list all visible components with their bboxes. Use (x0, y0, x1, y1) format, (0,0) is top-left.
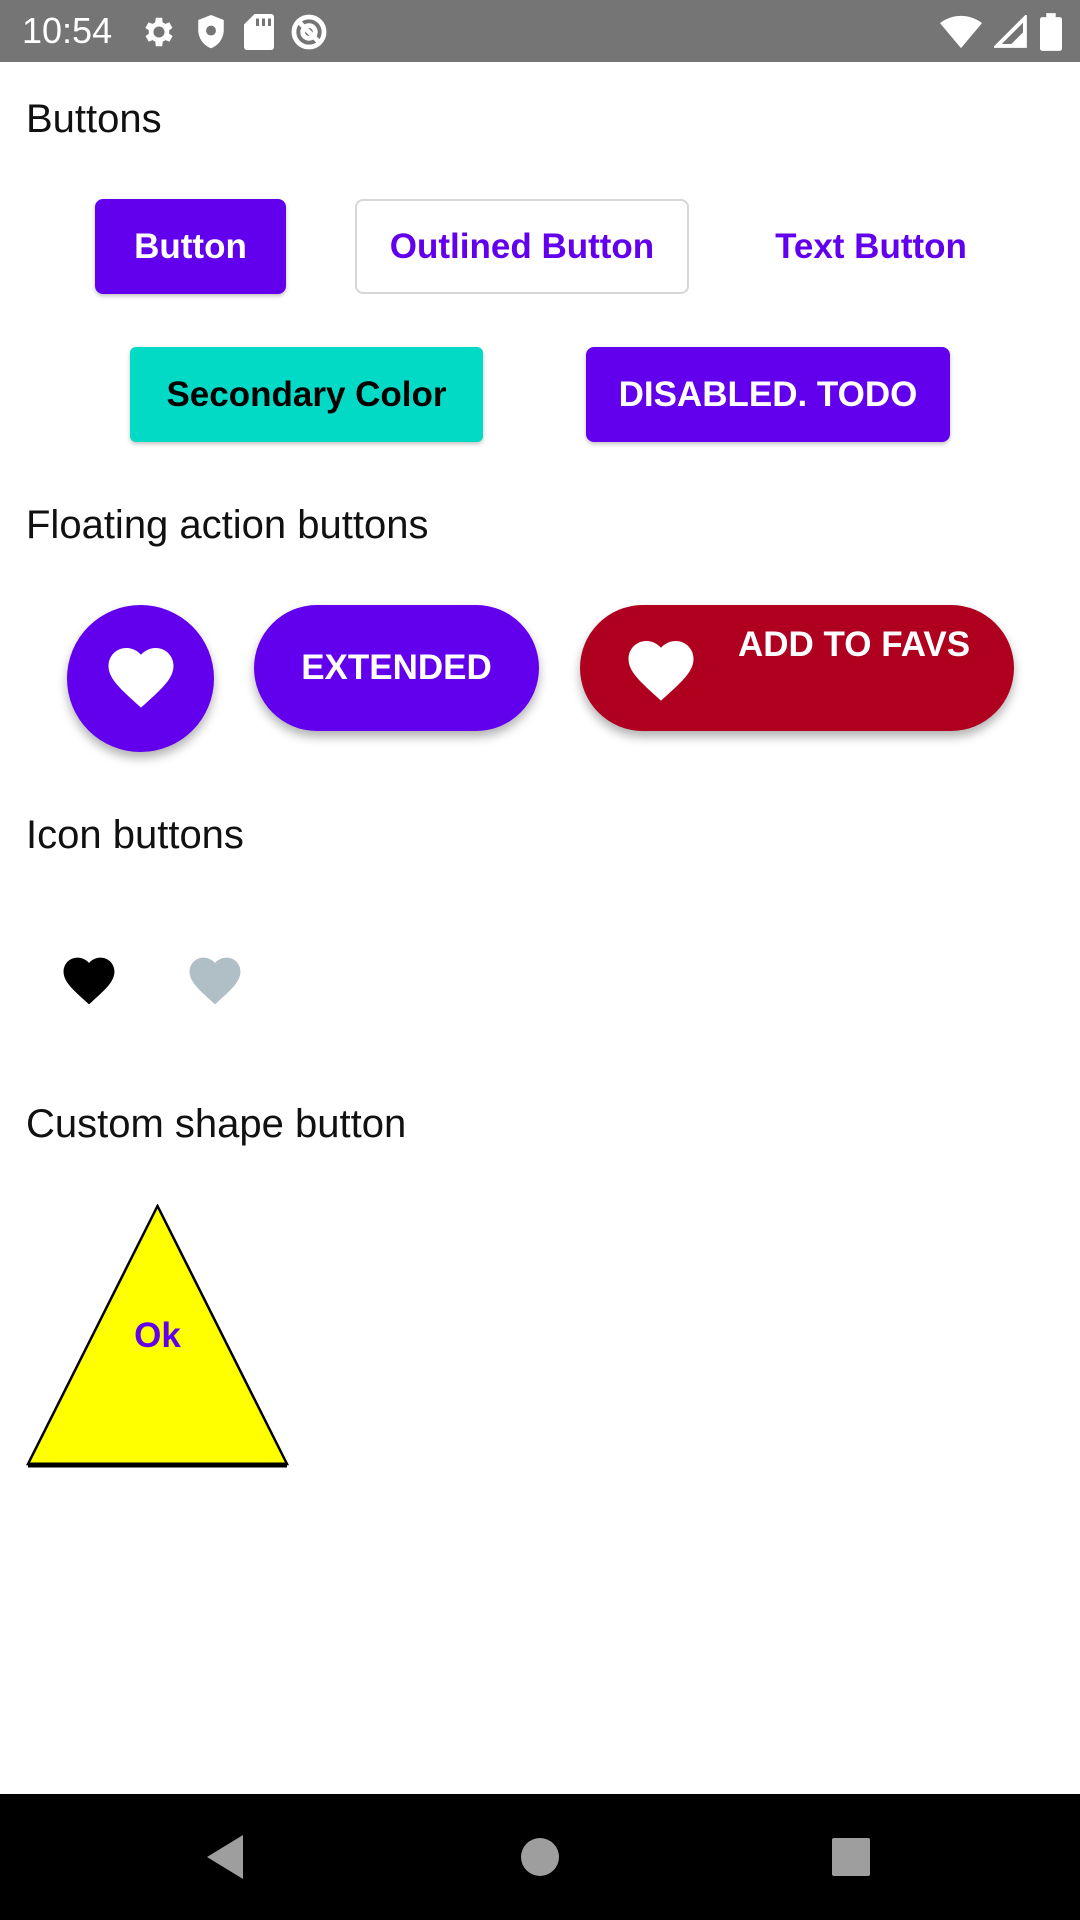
at-sign-icon (290, 13, 328, 51)
home-circle-icon (521, 1838, 559, 1876)
add-to-favs-fab[interactable]: ADD TO FAVS (580, 605, 1014, 731)
secondary-color-button[interactable]: Secondary Color (130, 347, 483, 442)
section-title-custom-shape: Custom shape button (26, 1102, 407, 1146)
heart-icon (63, 957, 115, 1005)
favorite-icon-button-disabled[interactable] (184, 950, 246, 1011)
triangle-ok-label: Ok (134, 1316, 181, 1355)
contained-button[interactable]: Button (95, 199, 286, 294)
heart-icon (622, 631, 700, 712)
add-to-favs-label: ADD TO FAVS (738, 625, 971, 664)
status-bar: 10:54 (0, 0, 1080, 62)
text-button[interactable]: Text Button (755, 199, 987, 294)
favorite-icon-button[interactable] (58, 950, 120, 1011)
back-button[interactable] (145, 1794, 305, 1920)
disabled-todo-button[interactable]: DISABLED. TODO (586, 347, 950, 442)
gear-icon (140, 13, 178, 51)
triangle-ok-button[interactable]: Ok (26, 1204, 289, 1468)
heart-icon (102, 638, 180, 719)
sd-card-icon (244, 14, 274, 50)
status-right-icons (940, 12, 1062, 52)
extended-fab[interactable]: EXTENDED (254, 605, 539, 731)
recents-square-icon (832, 1838, 870, 1876)
shield-icon (194, 13, 228, 51)
battery-icon (1040, 13, 1062, 51)
wifi-icon (940, 15, 982, 49)
status-left-icons (140, 12, 328, 52)
section-title-fabs: Floating action buttons (26, 503, 429, 547)
recents-button[interactable] (771, 1794, 931, 1920)
favorite-fab[interactable] (67, 605, 214, 752)
navigation-bar (0, 1794, 1080, 1920)
outlined-button[interactable]: Outlined Button (355, 199, 689, 294)
section-title-icon-buttons: Icon buttons (26, 813, 244, 857)
cell-signal-icon (994, 15, 1028, 49)
back-triangle-icon (207, 1835, 243, 1879)
section-title-buttons: Buttons (26, 97, 162, 141)
heart-icon (189, 957, 241, 1005)
home-button[interactable] (460, 1794, 620, 1920)
status-time: 10:54 (22, 10, 113, 51)
